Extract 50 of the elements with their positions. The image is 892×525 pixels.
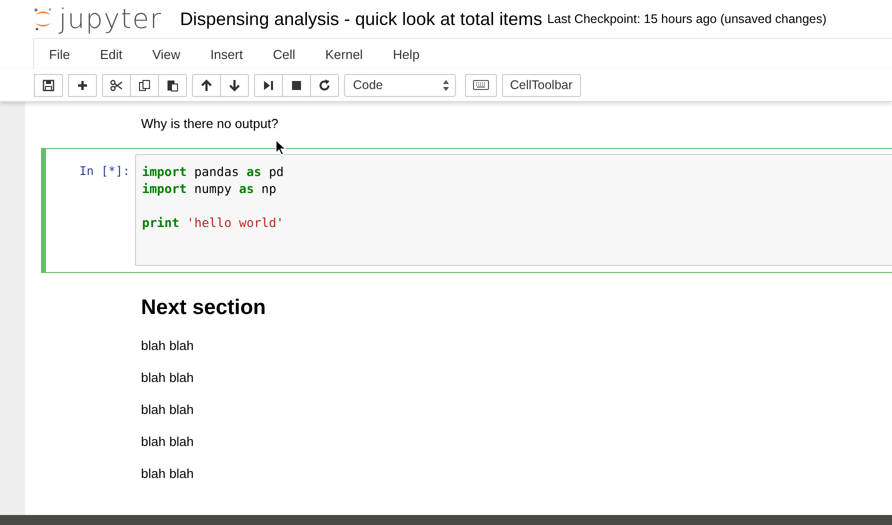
paste-icon (166, 78, 179, 92)
logo-text: jupyter (59, 4, 162, 34)
jupyter-logo-icon (33, 7, 53, 31)
step-forward-icon (262, 78, 275, 92)
arrow-up-button[interactable] (192, 74, 221, 96)
copy-button[interactable] (130, 74, 159, 96)
menu-item[interactable]: Edit (84, 46, 138, 62)
checkpoint-status: Last Checkpoint: 15 hours ago (unsaved changes) (547, 12, 827, 26)
markdown-text: blah blah (141, 466, 195, 481)
markdown-text: blah blah (141, 370, 195, 385)
section-heading: Next section (141, 296, 267, 320)
menu-item[interactable]: Insert (195, 46, 258, 62)
step-forward-button[interactable] (254, 74, 283, 96)
scissors-icon (110, 78, 123, 92)
menu-item[interactable]: View (137, 46, 196, 62)
notebook-title[interactable]: Dispensing analysis - quick look at total items (180, 8, 542, 30)
updown-caret-icon (443, 80, 449, 90)
menu-item[interactable]: Help (378, 46, 435, 62)
scissors-button[interactable] (102, 74, 131, 96)
markdown-text: blah blah (141, 338, 195, 353)
stop-icon (290, 78, 303, 92)
markdown-text: blah blah (141, 434, 195, 449)
code-cell[interactable]: In [*]: import pandas as pd import numpy as np print 'hello world' (41, 148, 892, 273)
plus-icon (76, 78, 89, 92)
plus-button[interactable] (68, 74, 97, 96)
copy-icon (138, 78, 151, 92)
code-line: import numpy as np (142, 180, 276, 197)
menu-item[interactable]: File (34, 46, 85, 62)
mouse-pointer-icon (275, 139, 287, 156)
arrow-up-icon (200, 78, 213, 92)
cell-toolbar-button[interactable]: CellToolbar (502, 74, 581, 96)
menu-item[interactable]: Kernel (310, 46, 378, 62)
code-editor[interactable]: import pandas as pd import numpy as np print 'hello world' (135, 154, 892, 266)
restart-button[interactable] (310, 74, 339, 96)
arrow-down-button[interactable] (220, 74, 249, 96)
paste-button[interactable] (158, 74, 187, 96)
code-line: print 'hello world' (142, 214, 284, 231)
arrow-down-icon (228, 78, 241, 92)
save-button[interactable] (34, 74, 63, 96)
restart-icon (318, 78, 331, 92)
cell-type-select[interactable]: Code (344, 74, 456, 96)
markdown-text: blah blah (141, 402, 195, 417)
input-prompt: In [*]: (78, 163, 131, 180)
stop-button[interactable] (282, 74, 311, 96)
menu-item[interactable]: Cell (258, 46, 310, 62)
code-line: import pandas as pd (142, 163, 284, 180)
keyboard-button[interactable] (465, 74, 497, 96)
save-icon (42, 78, 55, 92)
keyboard-icon (473, 80, 489, 90)
markdown-text: Why is there no output? (141, 116, 280, 131)
